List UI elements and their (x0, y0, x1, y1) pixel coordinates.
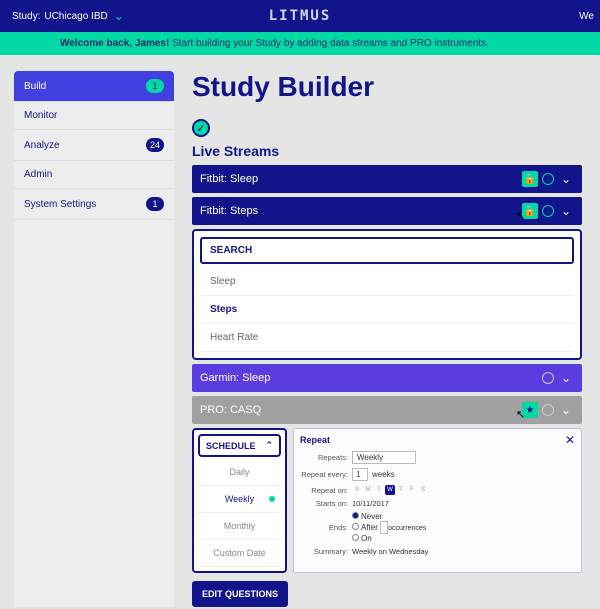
lock-icon[interactable]: 🔒 (522, 171, 538, 187)
page-title: Study Builder (192, 71, 582, 103)
sidebar-item-label: Analyze (24, 140, 60, 151)
day-s2[interactable]: S (418, 485, 428, 495)
close-icon[interactable]: ✕ (565, 433, 575, 447)
edit-questions-button[interactable]: EDIT QUESTIONS (192, 581, 288, 607)
schedule-option-label: Weekly (225, 494, 254, 504)
sidebar-item-system-settings[interactable]: System Settings 1 (14, 189, 174, 220)
search-option-heart-rate[interactable]: Heart Rate (200, 324, 574, 352)
chevron-down-icon[interactable]: ⌄ (558, 402, 574, 418)
study-name: UChicago IBD (44, 11, 107, 22)
stream-title: Fitbit: Steps (200, 205, 522, 217)
status-ring-icon[interactable] (542, 205, 554, 217)
badge: 24 (146, 138, 164, 152)
summary-value: Weekly on Wednesday (352, 547, 428, 556)
welcome-banner: Welcome back, James! Start building your… (0, 32, 600, 55)
topbar: Study: UChicago IBD ⌄ LITMUS We (0, 0, 600, 32)
end-option-label: Never (361, 512, 382, 521)
schedule-option-weekly[interactable]: Weekly (198, 486, 281, 513)
sidebar-item-build[interactable]: Build 1 (14, 71, 174, 102)
starts-on-label: Starts on: (300, 499, 348, 508)
search-panel: SEARCH Sleep Steps Heart Rate (192, 229, 582, 360)
occurrences-input[interactable] (380, 521, 388, 534)
repeat-every-num[interactable]: 1 (352, 468, 368, 481)
end-option-never[interactable]: Never (352, 512, 426, 521)
end-option-label: After (361, 523, 378, 532)
end-option-label: On (361, 534, 372, 543)
search-option-steps[interactable]: Steps (200, 296, 574, 324)
stream-title: Fitbit: Sleep (200, 173, 522, 185)
stream-pro-casq[interactable]: PRO: CASQ ★ ⌄ ↖ (192, 396, 582, 424)
schedule-panel: SCHEDULE ⌃ Daily Weekly Monthly Custom D… (192, 428, 287, 573)
day-m[interactable]: M (363, 485, 373, 495)
stream-fitbit-sleep[interactable]: Fitbit: Sleep 🔒 ⌄ (192, 165, 582, 193)
starts-on-value[interactable]: 10/11/2017 (352, 499, 389, 508)
sidebar-item-monitor[interactable]: Monitor (14, 102, 174, 130)
repeat-every-label: Repeat every: (300, 470, 348, 479)
day-f[interactable]: F (407, 485, 417, 495)
end-option-on[interactable]: On (352, 534, 426, 543)
repeat-every-unit: weeks (372, 470, 395, 479)
section-heading: Live Streams (192, 143, 582, 159)
study-label: Study: (12, 11, 40, 22)
content: Study Builder ✓ Live Streams Fitbit: Sle… (174, 71, 600, 607)
status-ring-icon[interactable] (542, 372, 554, 384)
badge: 1 (146, 197, 164, 211)
brand-logo: LITMUS (269, 8, 332, 24)
banner-text: Start building your Study by adding data… (169, 38, 489, 49)
stream-fitbit-steps[interactable]: Fitbit: Steps 🔒 ⌄ ↖ (192, 197, 582, 225)
sidebar-item-admin[interactable]: Admin (14, 161, 174, 189)
selected-dot-icon (269, 496, 275, 502)
repeat-panel: ✕ Repeat Repeats: Weekly Repeat every: 1 we… (293, 428, 582, 573)
radio-icon (352, 512, 359, 519)
chevron-down-icon: ⌄ (114, 9, 124, 23)
chevron-down-icon[interactable]: ⌄ (558, 171, 574, 187)
schedule-header[interactable]: SCHEDULE ⌃ (198, 434, 281, 457)
search-option-sleep[interactable]: Sleep (200, 268, 574, 296)
chevron-down-icon[interactable]: ⌄ (558, 370, 574, 386)
ends-label: Ends: (300, 523, 348, 532)
schedule-option-monthly[interactable]: Monthly (198, 513, 281, 540)
schedule-option-daily[interactable]: Daily (198, 459, 281, 486)
sidebar: Build 1 Monitor Analyze 24 Admin System … (14, 71, 174, 607)
check-icon: ✓ (192, 119, 210, 137)
study-selector[interactable]: Study: UChicago IBD ⌄ (12, 9, 124, 23)
end-option-after[interactable]: After occurrences (352, 523, 426, 532)
repeat-title: Repeat (300, 435, 575, 445)
summary-label: Summary: (300, 547, 348, 556)
sidebar-item-label: Monitor (24, 110, 57, 121)
stream-title: PRO: CASQ (200, 404, 522, 416)
status-ring-icon[interactable] (542, 173, 554, 185)
schedule-option-custom[interactable]: Custom Date (198, 540, 281, 567)
repeat-on-label: Repeat on: (300, 486, 348, 495)
day-picker: S M T W T F S (352, 485, 428, 495)
topbar-right: We (579, 11, 594, 22)
end-option-suffix: occurrences (388, 525, 426, 532)
sidebar-item-label: Build (24, 81, 46, 92)
repeats-select[interactable]: Weekly (352, 451, 416, 464)
chevron-up-icon: ⌃ (265, 440, 273, 451)
stream-title: Garmin: Sleep (200, 372, 542, 384)
cursor-icon: ↖ (516, 209, 525, 222)
chevron-down-icon[interactable]: ⌄ (558, 203, 574, 219)
cursor-icon: ↖ (516, 408, 525, 421)
radio-icon (352, 534, 359, 541)
day-w[interactable]: W (385, 485, 395, 495)
stream-garmin-sleep[interactable]: Garmin: Sleep ⌄ (192, 364, 582, 392)
sidebar-item-analyze[interactable]: Analyze 24 (14, 130, 174, 161)
banner-bold: Welcome back, James! (60, 38, 169, 49)
status-ring-icon[interactable] (542, 404, 554, 416)
radio-icon (352, 523, 359, 530)
search-input[interactable]: SEARCH (200, 237, 574, 264)
sidebar-item-label: System Settings (24, 199, 96, 210)
badge: 1 (146, 79, 164, 93)
day-s[interactable]: S (352, 485, 362, 495)
day-t[interactable]: T (374, 485, 384, 495)
day-t2[interactable]: T (396, 485, 406, 495)
schedule-header-label: SCHEDULE (206, 441, 256, 451)
repeats-label: Repeats: (300, 453, 348, 462)
sidebar-item-label: Admin (24, 169, 52, 180)
